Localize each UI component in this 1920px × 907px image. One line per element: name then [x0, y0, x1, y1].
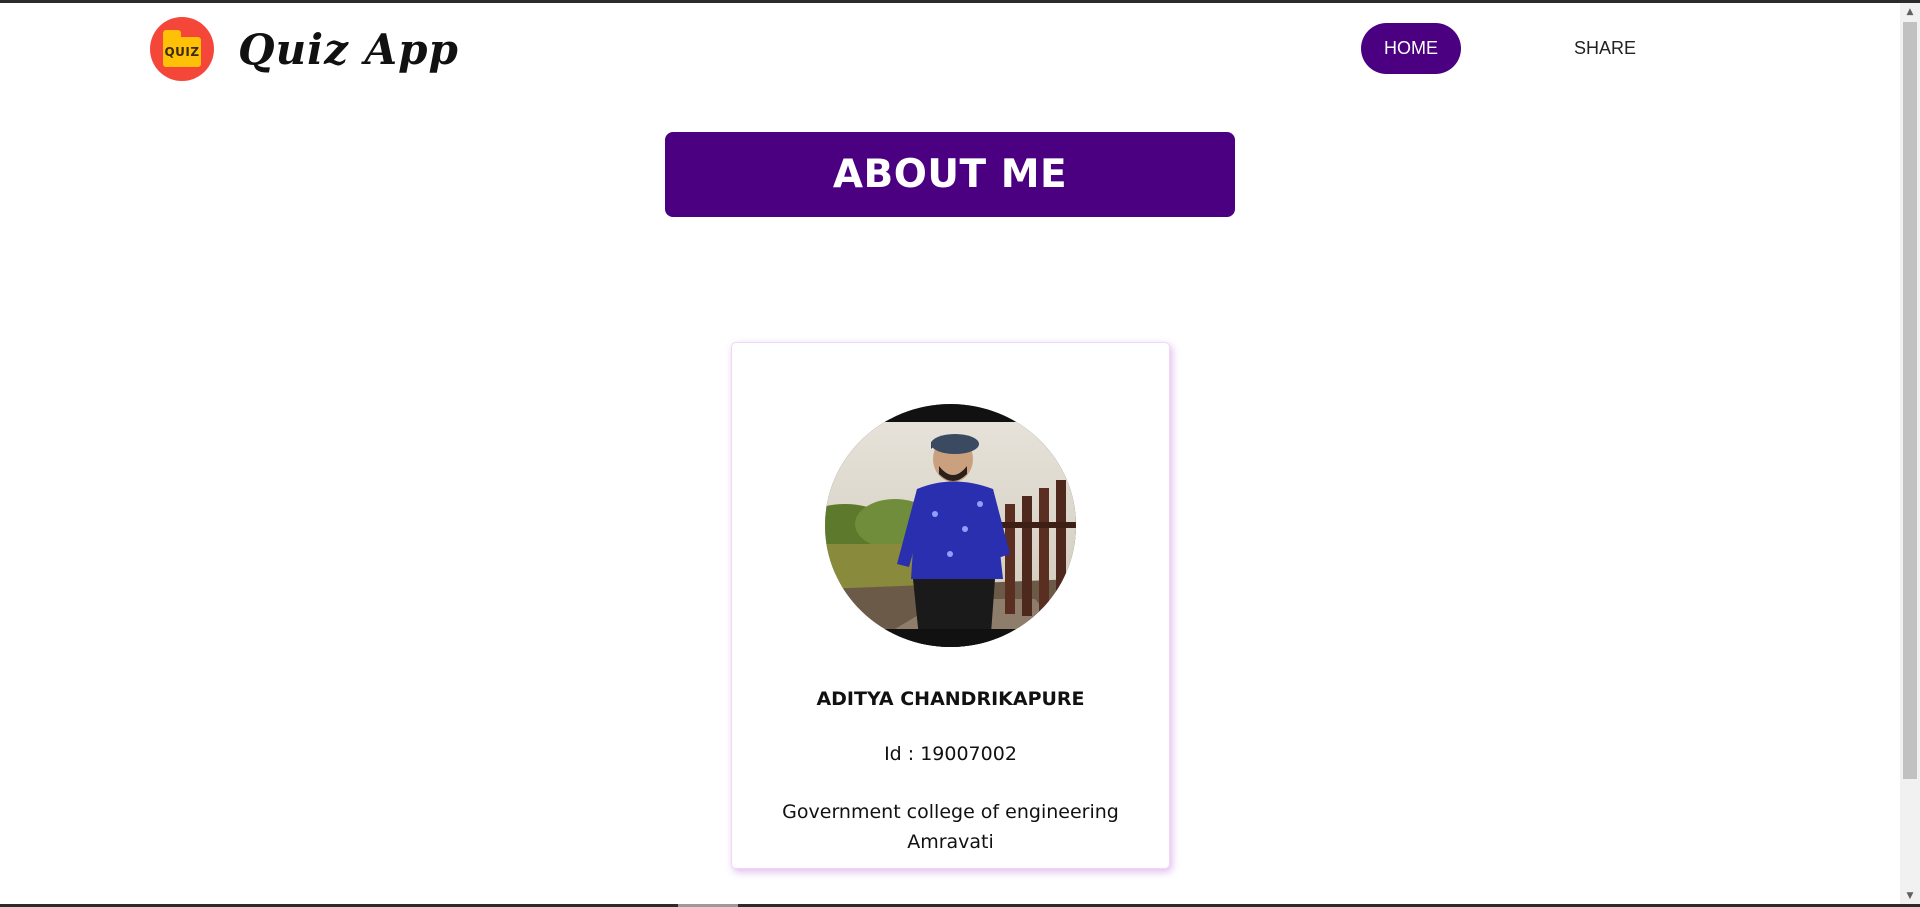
app-title[interactable]: Quiz App — [238, 22, 459, 78]
logo-badge-text: QUIZ — [164, 45, 200, 59]
about-me-banner: ABOUT ME — [665, 132, 1235, 217]
profile-college: Government college of engineering Amrava… — [782, 801, 1119, 853]
scroll-up-arrow-icon[interactable]: ▲ — [1900, 3, 1920, 20]
folder-icon: QUIZ — [163, 26, 201, 67]
scroll-down-arrow-icon[interactable]: ▼ — [1900, 887, 1920, 904]
scrollbar-thumb[interactable] — [1903, 22, 1917, 779]
profile-card: ADITYA CHANDRIKAPURE Id : 19007002 Gover… — [731, 342, 1170, 869]
page: QUIZ Quiz App HOME SHARE ABOUT ME ADITYA… — [0, 0, 1920, 907]
profile-id: Id : 19007002 — [884, 743, 1017, 765]
window-top-border — [0, 0, 1920, 3]
nav-home-button[interactable]: HOME — [1361, 23, 1461, 74]
avatar — [825, 404, 1076, 647]
profile-name: ADITYA CHANDRIKAPURE — [816, 688, 1085, 710]
nav-share-link[interactable]: SHARE — [1555, 23, 1655, 74]
profile-photo-icon — [825, 404, 1076, 647]
page-title: ABOUT ME — [832, 152, 1068, 197]
quiz-logo-icon[interactable]: QUIZ — [150, 17, 214, 81]
vertical-scrollbar[interactable]: ▲ ▼ — [1900, 3, 1920, 904]
